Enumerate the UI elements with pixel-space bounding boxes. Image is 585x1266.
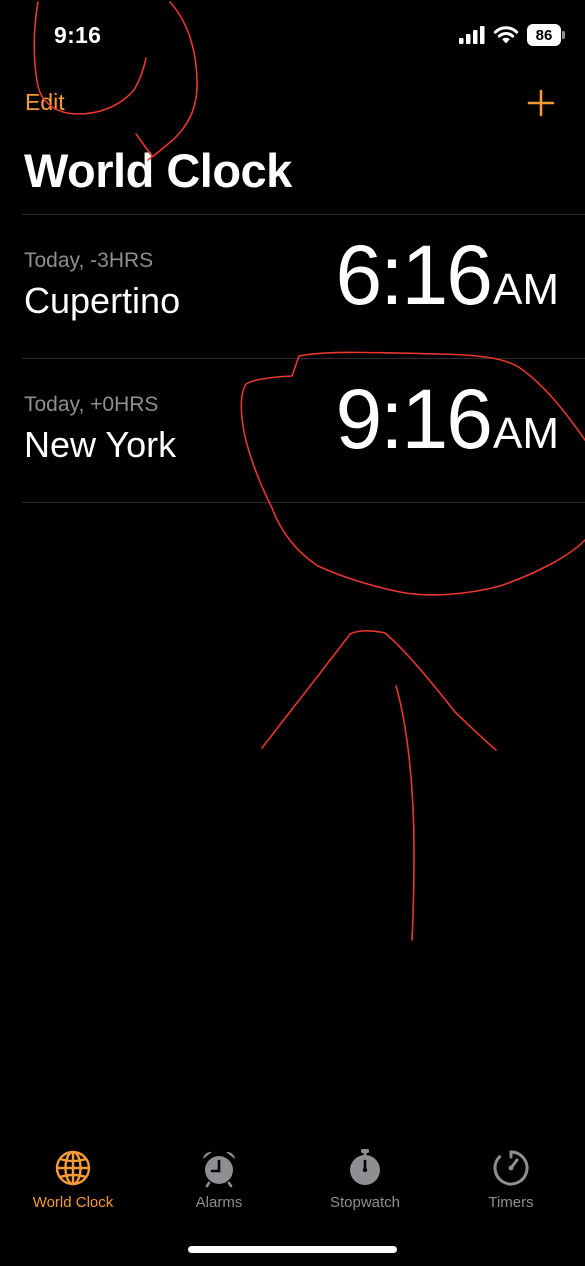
clock-time-period: AM: [493, 409, 559, 458]
clock-time-period: AM: [493, 265, 559, 314]
tab-bar: World Clock Alarms Stopwatch Timers: [0, 1136, 585, 1226]
tab-label: World Clock: [32, 1194, 114, 1211]
timer-icon: [493, 1150, 529, 1186]
battery-icon: 86: [527, 24, 565, 46]
clock-city: Cupertino: [24, 280, 181, 321]
edit-button[interactable]: Edit: [25, 89, 65, 116]
tab-label: Stopwatch: [329, 1194, 401, 1211]
battery-level: 86: [535, 26, 553, 44]
alarm-clock-icon: [203, 1151, 235, 1188]
clock-row-new-york[interactable]: Today, +0HRS New York 9:16 AM: [0, 359, 585, 503]
home-indicator[interactable]: [188, 1246, 397, 1253]
stopwatch-icon: [350, 1149, 380, 1185]
status-time: 9:16: [54, 22, 102, 48]
page-title: World Clock: [24, 144, 292, 197]
clock-city: New York: [24, 424, 177, 465]
clock-time-value: 9:16: [335, 372, 493, 466]
clock-offset: Today, -3HRS: [24, 249, 154, 272]
annotation-arrow-shaft: [395, 685, 415, 941]
clock-row-cupertino[interactable]: Today, -3HRS Cupertino 6:16 AM: [0, 215, 585, 359]
status-icons: 86: [459, 24, 565, 46]
divider: [22, 502, 585, 503]
annotation-arrow-head: [261, 630, 497, 751]
wifi-icon: [493, 26, 519, 44]
tab-world-clock[interactable]: World Clock: [0, 1148, 146, 1211]
tab-label: Alarms: [195, 1194, 243, 1211]
clock-time: 6:16 AM: [336, 233, 560, 317]
plus-icon[interactable]: [527, 89, 555, 117]
cellular-signal-icon: [459, 26, 485, 44]
clock-time-value: 6:16: [335, 228, 493, 322]
tab-timers[interactable]: Timers: [438, 1148, 584, 1211]
status-bar: 9:16 86: [0, 0, 585, 72]
tab-label: Timers: [488, 1194, 534, 1211]
clock-offset: Today, +0HRS: [24, 393, 159, 416]
globe-icon: [55, 1150, 91, 1186]
clock-time: 9:16 AM: [336, 377, 560, 461]
tab-stopwatch[interactable]: Stopwatch: [292, 1148, 438, 1211]
tab-alarms[interactable]: Alarms: [146, 1148, 292, 1211]
